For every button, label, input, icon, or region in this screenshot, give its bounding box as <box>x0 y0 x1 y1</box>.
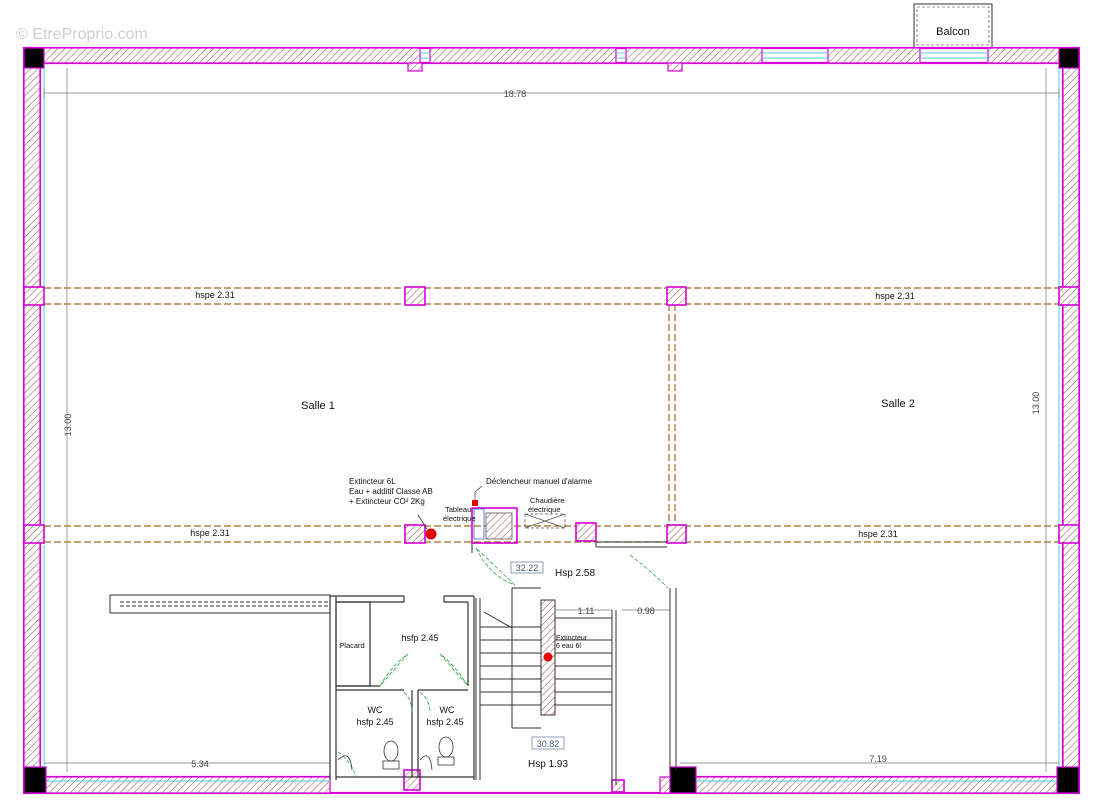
wc2-name: WC <box>440 705 455 715</box>
wc2-height: hsfp 2.45 <box>426 717 463 727</box>
toilet-icon <box>337 736 455 771</box>
dim-right-height: 13.00 <box>1031 392 1041 415</box>
hspe-mid-left: hspe 2.31 <box>190 528 230 538</box>
sanitary-height: hsfp 2.45 <box>401 633 438 643</box>
low-wall <box>109 594 331 614</box>
wc1-name: WC <box>368 705 383 715</box>
room-salle-2: Salle 2 <box>881 398 915 410</box>
extinguisher-label-2: Eau + additif Classe AB <box>349 487 433 496</box>
boiler-label-2: électrique <box>528 505 561 514</box>
panel-label-1: Tableau <box>445 505 471 514</box>
wc1-height: hsfp 2.45 <box>356 717 393 727</box>
dim-stair-width: 1.11 <box>578 606 595 616</box>
stair-area: 30.82 <box>537 739 560 749</box>
watermark: © EtreProprio.com <box>16 26 148 43</box>
hall-area: 32.22 <box>516 563 539 573</box>
hspe-mid-right: hspe 2.31 <box>858 529 898 539</box>
floor-plan: © EtreProprio.com Balcon 18.78 13.00 13.… <box>16 3 1081 795</box>
stairwell <box>475 587 677 785</box>
room-salle-1: Salle 1 <box>301 400 335 412</box>
hall-height: Hsp 2.58 <box>555 568 595 579</box>
stair-extinguisher-icon <box>543 652 553 662</box>
dim-overall-width: 18.78 <box>504 89 527 99</box>
stair-ext-label-2: 6 eau 6l <box>556 643 581 650</box>
extinguisher-label-1: Extincteur 6L <box>349 477 396 486</box>
placard-label: Placard <box>339 641 364 650</box>
dim-left-height: 13.00 <box>63 414 73 437</box>
electrical-panel <box>471 485 518 544</box>
alarm-label: Déclencheur manuel d'alarme <box>486 477 593 486</box>
dim-bottom-right: 7.19 <box>869 754 887 764</box>
balcony: Balcon <box>913 3 993 49</box>
hspe-top-right: hspe 2.31 <box>875 291 915 301</box>
boiler-label-1: Chaudière <box>530 496 565 505</box>
hspe-top-left: hspe 2.31 <box>195 290 235 300</box>
pillars <box>23 286 1080 793</box>
dim-landing-width: 0.98 <box>637 606 655 616</box>
sanitary-doors <box>337 653 469 777</box>
dim-bottom-left: 5.34 <box>191 759 209 769</box>
stair-height: Hsp 1.93 <box>528 759 568 770</box>
panel-label-2: électrique <box>443 514 476 523</box>
sanitary-walls <box>329 595 475 780</box>
extinguisher-label-3: + Extincteur CO² 2Kg <box>349 497 425 506</box>
stair-ext-label-1: Extincteur <box>556 635 588 642</box>
balcony-label: Balcon <box>936 26 970 38</box>
